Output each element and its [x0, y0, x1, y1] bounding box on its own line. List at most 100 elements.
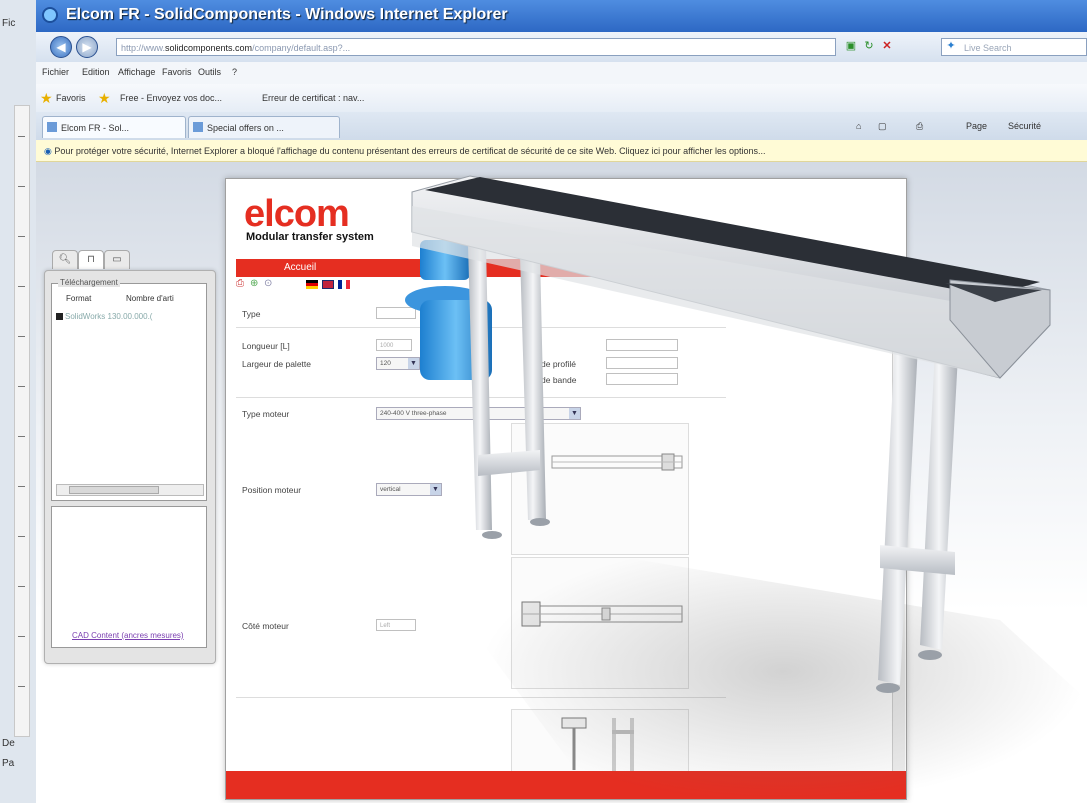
menu-edition[interactable]: Edition	[82, 67, 110, 77]
type-moteur-value: 240-400 V three-phase	[380, 410, 447, 417]
tab-bar: Elcom FR - Sol... Special offers on ... …	[36, 112, 1087, 140]
label-cote-moteur: Côté moteur	[242, 621, 289, 631]
address-domain: solidcomponents.com	[165, 43, 253, 53]
profile-field[interactable]	[606, 357, 678, 369]
checkbox[interactable]	[56, 313, 63, 321]
position-moteur-value: vertical	[380, 486, 401, 493]
download-fieldset: Téléchargement Format Nombre d'arti Soli…	[51, 278, 207, 501]
tagline: Modular transfer system	[246, 231, 374, 243]
live-search-icon: ✦	[946, 40, 956, 52]
menu-outils[interactable]: Outils	[198, 67, 221, 77]
page-icon	[47, 122, 57, 132]
menu-bar: Fichier Edition Affichage Favoris Outils…	[36, 62, 1087, 84]
scroll-thumb[interactable]	[69, 486, 159, 494]
column-format: Format	[66, 294, 92, 303]
site-nav-bar: Accueil Co	[236, 259, 896, 277]
stop-icon[interactable]: ✕	[880, 39, 894, 53]
panel-tab-lock[interactable]: ⊓	[78, 250, 104, 269]
cert-error-icon[interactable]: ▣	[844, 39, 858, 53]
language-toolbar: ⎙ ⊕ ⊙	[236, 278, 736, 292]
type-moteur-select[interactable]: 240-400 V three-phase ▼	[376, 407, 581, 420]
address-url-prefix: http://www.	[121, 43, 166, 53]
label-position-moteur: Position moteur	[242, 485, 302, 495]
favorite-link[interactable]: Erreur de certificat : nav...	[262, 93, 364, 103]
print-page-icon[interactable]: ⎙	[236, 278, 244, 289]
info-icon: ◉	[44, 146, 52, 156]
largeur-palette-value: 120	[380, 360, 391, 367]
motor-diagram-1	[511, 423, 689, 555]
infobar-text: Pour protéger votre sécurité, Internet E…	[54, 146, 766, 156]
add-favorite-icon[interactable]: ★	[98, 90, 111, 107]
tab-label: Special offers on ...	[207, 123, 284, 133]
vertical-ruler	[14, 105, 30, 737]
elcom-logo: elcom	[244, 193, 350, 235]
file-row[interactable]: SolidWorks 130.00.000.(	[56, 312, 152, 321]
favorites-button[interactable]: Favoris	[56, 93, 86, 103]
file-row-label: SolidWorks 130.00.000.(	[65, 312, 153, 321]
panel-tab-search[interactable]: 🔍︎	[52, 250, 78, 269]
menu-fichier[interactable]: Fichier	[42, 67, 69, 77]
label-type-moteur: Type moteur	[242, 409, 290, 419]
chevron-down-icon: ▼	[569, 408, 580, 419]
back-button[interactable]: ◀	[50, 36, 72, 58]
security-info-bar[interactable]: ◉ Pour protéger votre sécurité, Internet…	[36, 140, 1087, 162]
home-icon[interactable]: ⌂	[856, 121, 861, 131]
tab-label: Elcom FR - Sol...	[61, 123, 130, 133]
flag-de-icon[interactable]	[306, 280, 318, 289]
label-longueur: Longueur [L]	[242, 341, 290, 351]
menu-favoris[interactable]: Favoris	[162, 67, 192, 77]
chevron-down-icon: ▼	[408, 358, 419, 369]
label-bande: ...ur de bande	[524, 375, 577, 385]
motor-diagram-3	[511, 709, 689, 777]
menu-help[interactable]: ?	[232, 67, 237, 77]
panel-tab-other[interactable]: ▭	[104, 250, 130, 269]
position-moteur-select[interactable]: vertical ▼	[376, 483, 442, 496]
menu-affichage[interactable]: Affichage	[118, 67, 155, 77]
largeur-palette-select[interactable]: 120 ▼	[376, 357, 420, 370]
download-legend: Téléchargement	[58, 278, 120, 287]
cad-content-link[interactable]: CAD Content (ancres mesures)	[72, 631, 184, 640]
tab-special-offers[interactable]: Special offers on ...	[188, 116, 340, 138]
favorites-star-icon: ★	[40, 90, 53, 106]
chevron-down-icon: ▼	[430, 484, 441, 495]
vertical-scrollbar[interactable]	[892, 293, 905, 773]
left-strip-label: De	[2, 738, 15, 749]
preview-box: CAD Content (ancres mesures)	[51, 506, 207, 648]
help-icon[interactable]: ⊙	[264, 278, 272, 289]
longueur-input[interactable]: 1000	[376, 339, 412, 351]
security-menu[interactable]: Sécurité	[1008, 121, 1041, 131]
cart-icon[interactable]: ⊕	[250, 278, 258, 289]
address-input[interactable]: http://www.solidcomponents.com/company/d…	[116, 38, 836, 56]
favorites-bar: ★ Favoris ★ Free - Envoyez vos doc... Er…	[36, 84, 1087, 112]
elcom-web-page: elcom Modular transfer system Accueil Co…	[225, 178, 907, 800]
refresh-icon[interactable]: ↻	[862, 39, 876, 53]
flag-uk-icon[interactable]	[322, 280, 334, 289]
forward-button[interactable]: ▶	[76, 36, 98, 58]
conveyor-top-view-drawing	[551, 453, 683, 471]
spec-field[interactable]	[606, 339, 678, 351]
page-menu[interactable]: Page	[966, 121, 987, 131]
address-url-rest: /company/default.asp?...	[252, 43, 351, 53]
label-profile: ...ur de profilé	[524, 359, 576, 369]
ie-logo-icon	[42, 7, 58, 23]
favorite-link[interactable]: Free - Envoyez vos doc...	[120, 93, 222, 103]
bande-field[interactable]	[606, 373, 678, 385]
conveyor-front-view-drawing	[561, 717, 634, 774]
label-type: Type	[242, 309, 261, 319]
tab-elcom[interactable]: Elcom FR - Sol...	[42, 116, 186, 138]
left-strip-label: Pa	[2, 758, 15, 769]
window-title: Elcom FR - SolidComponents - Windows Int…	[66, 6, 508, 23]
feeds-icon[interactable]: ▢	[878, 121, 887, 132]
nav-item[interactable]: Co	[421, 262, 434, 273]
download-panel: Téléchargement Format Nombre d'arti Soli…	[44, 270, 216, 664]
flag-fr-icon[interactable]	[338, 280, 350, 289]
print-icon[interactable]: ⎙	[916, 121, 923, 132]
motor-diagram-2	[511, 557, 689, 689]
cote-moteur-field[interactable]: Left	[376, 619, 416, 631]
horizontal-scrollbar[interactable]	[56, 484, 204, 496]
type-field[interactable]	[376, 307, 416, 319]
window-title-bar[interactable]: Elcom FR - SolidComponents - Windows Int…	[36, 0, 1087, 32]
page-icon	[193, 122, 203, 132]
nav-accueil[interactable]: Accueil	[284, 262, 316, 273]
search-input[interactable]: Live Search	[941, 38, 1087, 56]
